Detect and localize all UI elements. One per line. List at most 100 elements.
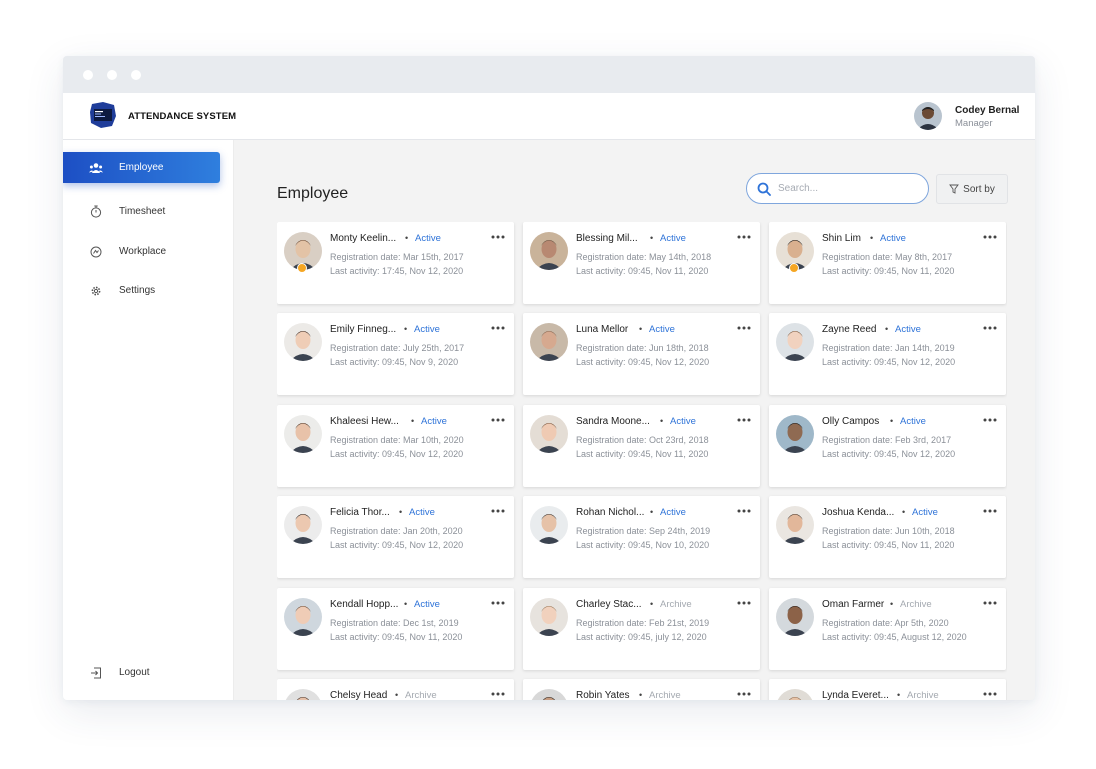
employee-card[interactable]: Zayne Reed • Active Registration date: Jan … <box>769 313 1006 395</box>
registration-date: Registration date: Jun 10th, 2018 <box>822 526 955 536</box>
more-options-icon[interactable] <box>736 322 752 334</box>
employee-card[interactable]: Emily Finneg... • Active Registration date:… <box>277 313 514 395</box>
employee-avatar <box>776 506 814 544</box>
window-dot-close[interactable] <box>83 70 93 80</box>
employee-avatar <box>530 232 568 270</box>
employee-name: Charley Stac... <box>576 599 642 610</box>
employee-card[interactable]: Khaleesi Hew... • Active Registration date:… <box>277 405 514 487</box>
separator-dot: • <box>639 324 643 334</box>
last-activity: Last activity: 09:45, Nov 12, 2020 <box>330 449 464 459</box>
sidebar-item-timesheet[interactable]: Timesheet <box>63 196 220 227</box>
employee-card[interactable]: Kendall Hopp... • Active Registration date:… <box>277 588 514 670</box>
registration-date: Registration date: Dec 1st, 2019 <box>330 618 459 628</box>
separator-dot: • <box>870 233 874 243</box>
employee-card[interactable]: Blessing Mil... • Active Registration date:… <box>523 222 760 304</box>
search-box[interactable] <box>746 173 929 204</box>
employee-avatar <box>530 506 568 544</box>
registration-date: Registration date: Mar 15th, 2017 <box>330 252 464 262</box>
more-options-icon[interactable] <box>736 688 752 700</box>
more-options-icon[interactable] <box>490 322 506 334</box>
logout-icon <box>89 666 103 680</box>
more-options-icon[interactable] <box>736 505 752 517</box>
user-avatar[interactable] <box>914 102 942 130</box>
registration-date: Registration date: Mar 10th, 2020 <box>330 435 464 445</box>
last-activity: Last activity: 09:45, july 12, 2020 <box>576 632 707 642</box>
employee-card[interactable]: Oman Farmer • Archive Registration date: Ap… <box>769 588 1006 670</box>
registration-date: Registration date: May 8th, 2017 <box>822 252 953 262</box>
sort-label: Sort by <box>963 183 995 195</box>
logout-label: Logout <box>119 667 150 678</box>
search-input[interactable] <box>778 183 918 194</box>
registration-date: Registration date: Jan 20th, 2020 <box>330 526 463 536</box>
registration-date: Registration date: Sep 24th, 2019 <box>576 526 711 536</box>
employee-name: Joshua Kenda... <box>822 507 895 518</box>
employee-card[interactable]: Lynda Everet... • Archive <box>769 679 1006 700</box>
more-options-icon[interactable] <box>490 414 506 426</box>
last-activity: Last activity: 17:45, Nov 12, 2020 <box>330 266 464 276</box>
employee-card[interactable]: Luna Mellor • Active Registration date: Jun… <box>523 313 760 395</box>
status-badge: Archive <box>907 690 939 700</box>
employee-card[interactable]: Charley Stac... • Archive Registration date… <box>523 588 760 670</box>
employee-card[interactable]: Joshua Kenda... • Active Registration date:… <box>769 496 1006 578</box>
employee-card[interactable]: Sandra Moone... • Active Registration date:… <box>523 405 760 487</box>
last-activity: Last activity: 09:45, Nov 12, 2020 <box>576 357 710 367</box>
status-badge: Active <box>660 507 686 518</box>
status-badge: Active <box>415 233 441 244</box>
employee-avatar <box>284 415 322 453</box>
app-window: ATTENDANCE SYSTEM Codey Bernal Manager E… <box>63 56 1035 700</box>
status-badge: Active <box>414 324 440 335</box>
more-options-icon[interactable] <box>982 505 998 517</box>
more-options-icon[interactable] <box>982 597 998 609</box>
registration-date: Registration date: Jun 18th, 2018 <box>576 343 709 353</box>
last-activity: Last activity: 09:45, Nov 11, 2020 <box>822 266 955 276</box>
more-options-icon[interactable] <box>736 414 752 426</box>
separator-dot: • <box>639 690 643 700</box>
employee-name: Blessing Mil... <box>576 233 638 244</box>
sidebar-item-settings[interactable]: Settings <box>63 275 220 306</box>
logout-button[interactable]: Logout <box>63 657 220 688</box>
employee-card[interactable]: Felicia Thor... • Active Registration date:… <box>277 496 514 578</box>
more-options-icon[interactable] <box>736 597 752 609</box>
status-badge: Archive <box>405 690 437 700</box>
employee-card[interactable]: Chelsy Head • Archive <box>277 679 514 700</box>
sidebar-item-label: Workplace <box>119 246 167 257</box>
sidebar: Employee Timesheet Workplace Settings Lo… <box>63 140 234 700</box>
employee-name: Zayne Reed <box>822 324 877 335</box>
employee-card[interactable]: Shin Lim • Active Registration date: May 8t… <box>769 222 1006 304</box>
window-dot-maximize[interactable] <box>131 70 141 80</box>
status-badge: Active <box>670 416 696 427</box>
separator-dot: • <box>405 233 409 243</box>
more-options-icon[interactable] <box>982 322 998 334</box>
separator-dot: • <box>404 324 408 334</box>
employee-name: Robin Yates <box>576 690 630 700</box>
status-badge: Active <box>421 416 447 427</box>
sidebar-item-workplace[interactable]: Workplace <box>63 236 220 267</box>
more-options-icon[interactable] <box>490 688 506 700</box>
more-options-icon[interactable] <box>490 505 506 517</box>
more-options-icon[interactable] <box>736 231 752 243</box>
window-dot-minimize[interactable] <box>107 70 117 80</box>
more-options-icon[interactable] <box>982 688 998 700</box>
employee-card[interactable]: Monty Keelin... • Active Registration date:… <box>277 222 514 304</box>
status-badge: Active <box>414 599 440 610</box>
last-activity: Last activity: 09:45, Nov 12, 2020 <box>330 540 464 550</box>
employee-name: Rohan Nichol... <box>576 507 645 518</box>
sort-button[interactable]: Sort by <box>936 174 1008 204</box>
more-options-icon[interactable] <box>982 231 998 243</box>
app-title: ATTENDANCE SYSTEM <box>128 111 237 122</box>
more-options-icon[interactable] <box>982 414 998 426</box>
gear-icon <box>89 284 103 298</box>
more-options-icon[interactable] <box>490 231 506 243</box>
employee-avatar <box>530 689 568 700</box>
employee-grid: Monty Keelin... • Active Registration date:… <box>277 222 1007 700</box>
employee-card[interactable]: Rohan Nichol... • Active Registration date:… <box>523 496 760 578</box>
employee-name: Khaleesi Hew... <box>330 416 399 427</box>
status-badge: Active <box>409 507 435 518</box>
separator-dot: • <box>897 690 901 700</box>
more-options-icon[interactable] <box>490 597 506 609</box>
sidebar-item-employee[interactable]: Employee <box>63 152 220 183</box>
employee-card[interactable]: Robin Yates • Archive <box>523 679 760 700</box>
status-badge: Active <box>649 324 675 335</box>
employee-avatar <box>284 323 322 361</box>
employee-card[interactable]: Olly Campos • Active Registration date: Feb… <box>769 405 1006 487</box>
